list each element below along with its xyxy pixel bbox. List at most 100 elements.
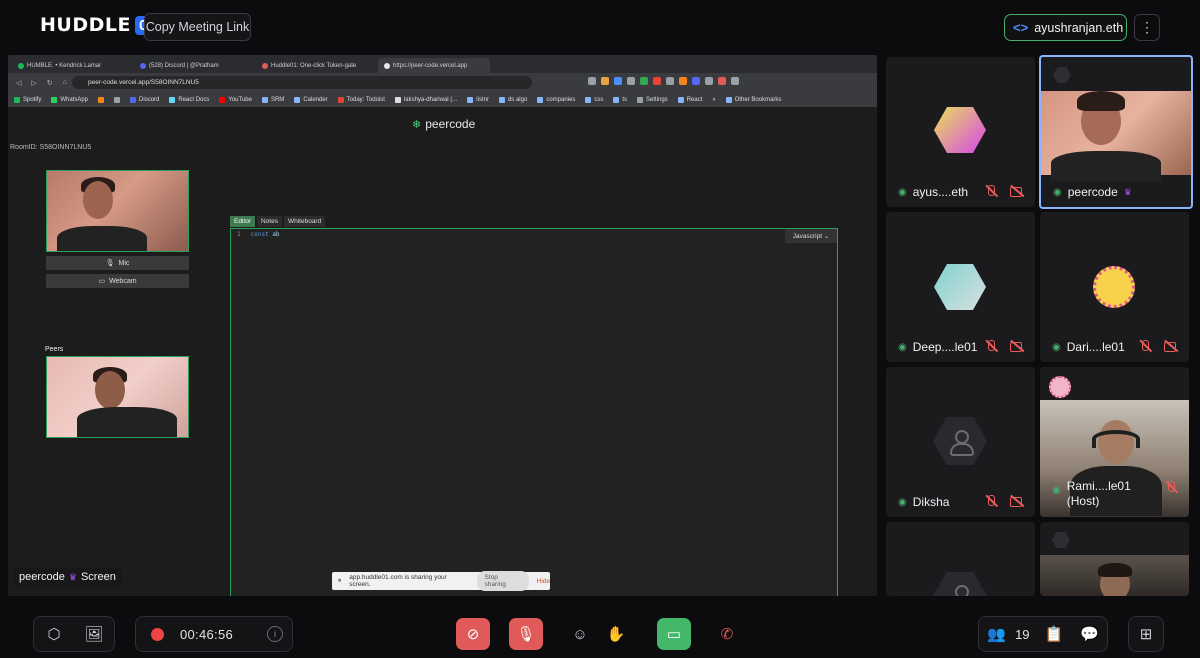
host-avatar — [1049, 376, 1071, 398]
bookmark[interactable]: Settings — [637, 96, 668, 103]
participant-tile[interactable] — [886, 522, 1035, 596]
participants-icon[interactable]: 👥 — [980, 618, 1014, 650]
leave-call-icon[interactable]: ✆ — [710, 618, 744, 650]
extension-icon[interactable] — [614, 77, 622, 85]
bookmark-icon-only[interactable] — [114, 96, 121, 103]
participant-tile[interactable]: ◉ Diksha — [886, 367, 1035, 517]
extension-icon[interactable] — [705, 77, 713, 85]
clipboard-icon[interactable]: 📋 — [1037, 618, 1071, 650]
bottom-controls: ⬡ 🖼 00:46:56 i ⊘ 🎙 ☺ ✋ ▭ ✆ 👥 19 📋 💬 ⊞ — [0, 602, 1200, 658]
home-icon[interactable]: ⌂ — [63, 79, 67, 86]
screen-share-button[interactable]: ▭ — [657, 618, 691, 650]
reload-icon[interactable]: ↻ — [47, 79, 53, 87]
bookmark[interactable]: Spotify — [14, 96, 41, 103]
chat-icon[interactable]: 💬 — [1072, 618, 1106, 650]
extension-icon[interactable] — [588, 77, 596, 85]
connection-icon: ◉ — [898, 341, 907, 353]
avatar-placeholder-icon — [1053, 67, 1071, 83]
tab-whiteboard[interactable]: Whiteboard — [283, 216, 326, 227]
code-editor[interactable]: 1 const ab Javascript ⌄ — [230, 228, 838, 596]
folder-icon — [725, 96, 732, 103]
record-icon[interactable] — [151, 627, 164, 641]
peercode-icon — [384, 62, 390, 69]
bookmark[interactable]: companies — [537, 96, 575, 103]
mic-icon: 🎙 — [105, 260, 115, 267]
emoji-icon[interactable]: ☺ — [563, 618, 597, 650]
default-avatar — [933, 572, 987, 596]
mic-off-button[interactable]: 🎙 — [509, 618, 543, 650]
participant-video — [1040, 555, 1189, 596]
tab-editor[interactable]: Editor — [230, 216, 255, 227]
browser-tab-active[interactable]: https://peer-code.vercel.app — [378, 58, 490, 73]
language-select[interactable]: Javascript ⌄ — [785, 229, 837, 243]
browser-tab[interactable]: HUMBLE. • Kendrick Lamar — [12, 58, 134, 73]
extension-icon[interactable] — [627, 77, 635, 85]
mic-button[interactable]: 🎙 Mic — [46, 256, 189, 270]
bookmark[interactable]: css — [585, 96, 603, 103]
chrome-sharing-bar: ⏸ app.huddle01.com is sharing your scree… — [332, 571, 550, 591]
camera-off-button[interactable]: ⊘ — [456, 618, 490, 650]
participant-tile[interactable]: ◉ ayus....eth — [886, 57, 1035, 207]
bookmarks-bar: Spotify WhatsApp Discord React Docs YouT… — [8, 92, 877, 108]
self-video — [46, 170, 189, 252]
mic-off-icon — [983, 184, 999, 198]
folder-icon — [613, 96, 620, 103]
info-icon[interactable]: i — [267, 626, 284, 642]
address-bar[interactable]: peer-code.vercel.app/S58OINN7LNU5 — [72, 76, 532, 89]
peers-heading: Peers — [45, 346, 64, 353]
browser-tab[interactable]: (528) Discord | @Pratham — [134, 58, 256, 73]
browser-toolbar: ◁ ▷ ↻ ⌂ peer-code.vercel.app/S58OINN7LNU… — [8, 73, 877, 92]
extension-icon[interactable] — [731, 77, 739, 85]
editor-tabs: Editor Notes Whiteboard — [230, 216, 326, 227]
back-icon[interactable]: ◁ — [16, 79, 21, 87]
raise-hand-icon[interactable]: ✋ — [599, 618, 633, 650]
bookmark[interactable]: ts — [613, 96, 627, 103]
extension-icon[interactable] — [601, 77, 609, 85]
bookmark[interactable]: ds algo — [498, 96, 527, 103]
extension-icon[interactable] — [666, 77, 674, 85]
bookmark[interactable]: Other Bookmarks — [725, 96, 781, 103]
bookmark[interactable]: Today: Todoist — [337, 96, 385, 103]
bookmark[interactable]: » — [712, 97, 715, 103]
participant-tile[interactable]: ◉ Deep....le01 — [886, 212, 1035, 362]
bookmark[interactable]: Calender — [294, 96, 328, 103]
extension-icon[interactable] — [692, 77, 700, 85]
webcam-button[interactable]: ▭ Webcam — [46, 274, 189, 288]
mic-off-icon — [1163, 480, 1179, 494]
bookmark[interactable]: SRM — [261, 96, 284, 103]
layout-icon[interactable]: ⊞ — [1129, 618, 1163, 650]
settings-icon — [637, 96, 643, 103]
bookmark[interactable]: YouTube — [219, 96, 252, 103]
stop-sharing-button[interactable]: Stop sharing — [476, 571, 529, 591]
bookmark-favicon — [98, 96, 105, 103]
extension-icon[interactable] — [718, 77, 726, 85]
user-icon — [950, 585, 970, 596]
browser-tab[interactable]: Huddle01: One-click Token-gate — [256, 58, 378, 73]
avatar-settings-icon[interactable]: ⬡ — [37, 618, 71, 650]
bookmark[interactable]: WhatsApp — [51, 96, 88, 103]
mic-off-icon — [983, 339, 999, 353]
wallet-user-pill[interactable]: <> ayushranjan.eth — [1004, 14, 1127, 41]
extension-icon[interactable] — [640, 77, 648, 85]
more-options-icon[interactable]: ⋮ — [1134, 14, 1160, 41]
copy-meeting-link-button[interactable]: Copy Meeting Link — [144, 13, 251, 41]
extension-icon[interactable] — [653, 77, 661, 85]
participant-tile-host[interactable]: ◉ Rami....le01 (Host) — [1040, 367, 1189, 517]
tab-notes[interactable]: Notes — [256, 216, 282, 227]
participant-tile[interactable]: ◉ Dari....le01 — [1040, 212, 1189, 362]
hide-button[interactable]: Hide — [537, 578, 550, 585]
bookmark[interactable]: React Docs — [169, 96, 209, 103]
participant-tile[interactable] — [1040, 522, 1189, 596]
bookmark[interactable]: listnr — [467, 96, 489, 103]
bookmark-favicon — [114, 96, 121, 103]
participant-tile-active[interactable]: ◉ peercode ♛ — [1039, 55, 1193, 209]
folder-icon — [498, 96, 505, 103]
extension-icon[interactable] — [679, 77, 687, 85]
bookmark[interactable]: React — [677, 96, 702, 103]
bookmark[interactable]: lakshya-dhariwal (... — [394, 96, 457, 103]
bookmark-icon-only[interactable] — [98, 96, 105, 103]
forward-icon[interactable]: ▷ — [31, 79, 36, 87]
background-image-icon[interactable]: 🖼 — [77, 618, 111, 650]
folder-icon — [677, 96, 684, 103]
bookmark[interactable]: Discord — [130, 96, 159, 103]
